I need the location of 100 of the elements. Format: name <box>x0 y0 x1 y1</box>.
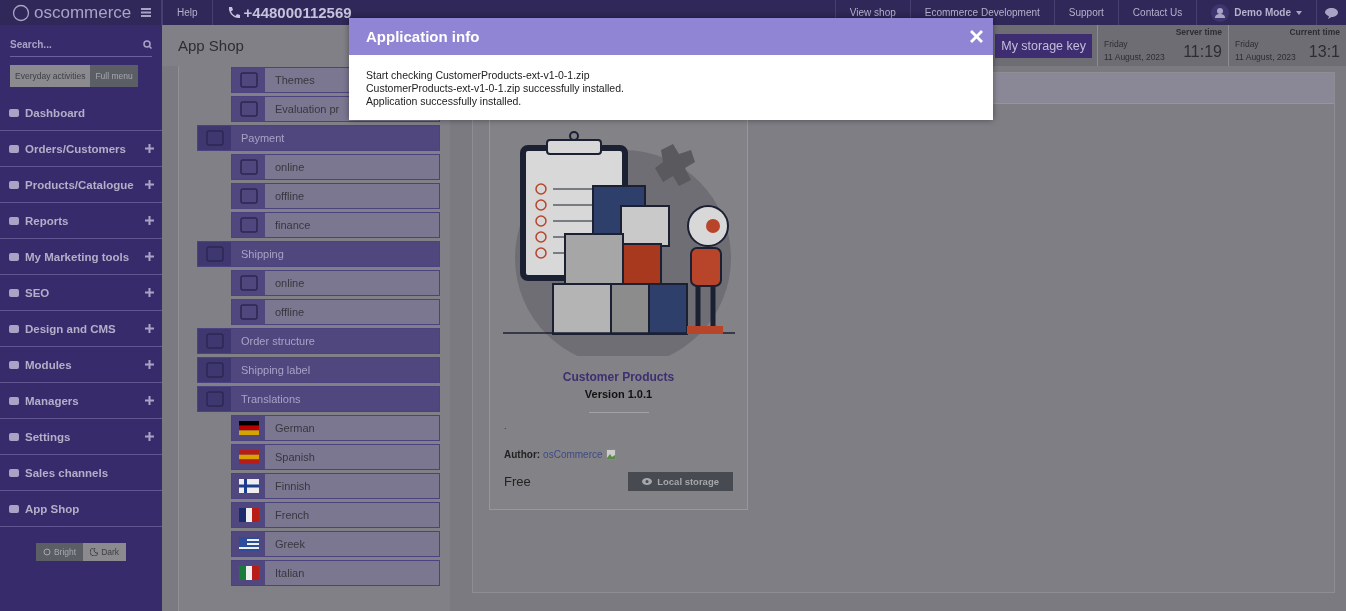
menu-item-icon <box>8 179 20 190</box>
menu-mode-tab[interactable]: Full menu <box>90 65 138 87</box>
close-icon <box>970 30 983 43</box>
sun-icon <box>42 548 51 556</box>
chat-icon <box>1325 6 1338 19</box>
close-button[interactable] <box>970 30 983 43</box>
sidebar-item[interactable]: Dashboard <box>0 95 162 131</box>
flag-icon <box>238 479 259 493</box>
plus-icon[interactable] <box>145 252 154 261</box>
tree-item[interactable]: offline <box>231 299 440 325</box>
tree-item[interactable]: Italian <box>231 560 440 586</box>
app-version: Version 1.0.1 <box>583 388 654 400</box>
plus-icon[interactable] <box>145 324 154 333</box>
clock-label: Server time <box>1174 27 1222 39</box>
flag-icon <box>238 508 259 522</box>
logo-text: oscommerce <box>34 2 132 23</box>
tree-item[interactable]: Spanish <box>231 444 440 470</box>
plus-icon[interactable] <box>145 432 154 441</box>
menu-item-icon <box>8 431 20 442</box>
clock-label: Current time <box>1288 27 1340 39</box>
author-label: Author: <box>504 449 541 460</box>
menu-icon[interactable] <box>141 8 151 17</box>
tree-item[interactable]: online <box>231 154 440 180</box>
plus-icon[interactable] <box>145 180 154 189</box>
flag-icon <box>238 566 259 580</box>
menu-item-icon <box>8 251 20 262</box>
item-icon <box>239 304 258 320</box>
window-icon <box>239 72 258 88</box>
plus-icon[interactable] <box>145 360 154 369</box>
menu-item-icon <box>8 395 20 406</box>
sidebar-item[interactable]: Orders/Customers <box>0 131 162 167</box>
flag-icon <box>238 537 259 551</box>
moon-icon <box>90 548 99 556</box>
tree-item[interactable]: German <box>231 415 440 441</box>
menu-item-icon <box>8 107 20 118</box>
sidebar-item[interactable]: My Marketing tools <box>0 239 162 275</box>
caret-icon <box>1296 10 1302 15</box>
menu-item-icon <box>8 323 20 334</box>
user-avatar-icon <box>1211 3 1230 22</box>
sidebar-item[interactable]: Modules <box>0 347 162 383</box>
sidebar-item[interactable]: Settings <box>0 419 162 455</box>
plus-icon[interactable] <box>145 216 154 225</box>
menu-item-icon <box>8 503 20 514</box>
search-icon <box>143 40 152 49</box>
window-icon <box>239 101 258 117</box>
tree-item[interactable]: finance <box>231 212 440 238</box>
item-icon <box>239 188 258 204</box>
item-icon <box>239 217 258 233</box>
tree-item[interactable]: Finnish <box>231 473 440 499</box>
tree-group[interactable]: Order structure <box>197 328 440 354</box>
menu-item-icon <box>8 143 20 154</box>
plus-icon[interactable] <box>145 288 154 297</box>
app-description: . <box>504 421 508 431</box>
flag-icon <box>238 450 259 464</box>
tree-item[interactable]: offline <box>231 183 440 209</box>
storage-key-button[interactable]: My storage key <box>995 33 1092 58</box>
sidebar-item[interactable]: Design and CMS <box>0 311 162 347</box>
folder-icon <box>205 333 224 349</box>
eye-icon <box>642 478 653 485</box>
dialog-title: Application info <box>366 28 480 45</box>
tree-item[interactable]: French <box>231 502 440 528</box>
tree-item[interactable]: Greek <box>231 531 440 557</box>
sidebar-item[interactable]: App Shop <box>0 491 162 527</box>
item-icon <box>239 275 258 291</box>
clock-time: 11:19 <box>1183 42 1222 61</box>
menu-item-icon <box>8 359 20 370</box>
sidebar-item[interactable]: Products/Catalogue <box>0 167 162 203</box>
phone-icon <box>226 6 240 19</box>
clock-time: 13:1 <box>1308 42 1340 61</box>
tree-group[interactable]: Translations <box>197 386 440 412</box>
app-title: Customer Products <box>561 370 676 384</box>
clock-day: Friday <box>1235 39 1309 52</box>
local-storage-button[interactable]: Local storage <box>628 472 733 491</box>
plus-icon[interactable] <box>145 396 154 405</box>
tree-item[interactable]: online <box>231 270 440 296</box>
sidebar-item[interactable]: Reports <box>0 203 162 239</box>
menu-item-icon <box>8 215 20 226</box>
folder-icon <box>205 391 224 407</box>
sidebar-item[interactable]: Sales channels <box>0 455 162 491</box>
folder-icon <box>205 362 224 378</box>
author-link[interactable]: osCommerce <box>543 449 603 460</box>
sidebar-item[interactable]: SEO <box>0 275 162 311</box>
app-price: Free <box>504 474 531 489</box>
search-field[interactable]: Search... <box>10 39 152 57</box>
menu-item-icon <box>8 287 20 298</box>
folder-icon <box>205 246 224 262</box>
tree-group[interactable]: Shipping label <box>197 357 440 383</box>
menu-item-icon <box>8 467 20 478</box>
theme-toggle[interactable]: Bright <box>35 543 84 561</box>
menu-mode-tab[interactable]: Everyday activities <box>10 65 91 87</box>
tree-group[interactable]: Shipping <box>197 241 440 267</box>
folder-icon <box>205 130 224 146</box>
theme-toggle[interactable]: Dark <box>83 543 127 561</box>
tree-group[interactable]: Payment <box>197 125 440 151</box>
flag-icon <box>238 421 259 435</box>
plus-icon[interactable] <box>145 144 154 153</box>
sidebar-item[interactable]: Managers <box>0 383 162 419</box>
clock-day: Friday <box>1104 39 1184 52</box>
item-icon <box>239 159 258 175</box>
broken-image-icon <box>605 449 616 460</box>
